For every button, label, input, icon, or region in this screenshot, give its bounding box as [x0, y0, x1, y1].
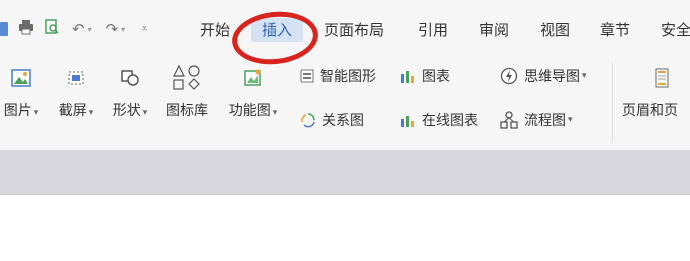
shape-icon — [120, 64, 140, 92]
online-chart-label: 在线图表 — [422, 113, 478, 129]
tab-insert[interactable]: 插入 — [251, 18, 303, 42]
tab-start[interactable]: 开始 — [195, 18, 235, 42]
screenshot-button[interactable]: 截屏 ▾ — [50, 64, 102, 120]
print-preview-icon[interactable] — [44, 19, 60, 39]
smart-shape-label: 智能图形 — [320, 69, 376, 85]
tab-review[interactable]: 审阅 — [474, 18, 514, 42]
shape-dropdown-icon[interactable]: ▾ — [143, 108, 148, 118]
flowchart-dropdown-icon[interactable]: ▾ — [568, 115, 573, 125]
header-footer-label: 页眉和页 — [622, 103, 678, 119]
save-icon[interactable] — [0, 22, 8, 36]
function-chart-icon — [242, 64, 264, 92]
picture-icon — [11, 64, 31, 92]
shape-button[interactable]: 形状 ▾ — [104, 64, 156, 120]
smart-shape-icon — [300, 69, 314, 83]
flowchart-label: 流程图 — [524, 113, 566, 129]
ruler-band — [0, 150, 690, 195]
tab-section[interactable]: 章节 — [595, 18, 635, 42]
header-footer-button[interactable]: 页眉和页 — [622, 64, 690, 120]
redo-dropdown-icon[interactable]: ▾ — [121, 25, 125, 34]
mind-map-button[interactable]: 思维导图 ▾ — [500, 66, 587, 86]
function-chart-dropdown-icon[interactable]: ▾ — [273, 108, 278, 118]
picture-button[interactable]: 图片 ▾ — [0, 64, 46, 120]
online-chart-button[interactable]: 在线图表 — [400, 110, 478, 130]
redo-icon[interactable]: ↷ — [106, 20, 119, 38]
tab-security[interactable]: 安全 — [656, 18, 690, 42]
print-icon[interactable] — [18, 19, 34, 39]
shape-label: 形状 — [112, 103, 141, 119]
screenshot-icon — [66, 64, 86, 92]
relation-chart-button[interactable]: 关系图 — [300, 110, 364, 130]
flowchart-icon — [500, 111, 518, 129]
header-footer-icon — [654, 64, 670, 92]
quick-access-toolbar: ↶ ▾ ↷ ▾ ⩡ — [0, 19, 147, 39]
customize-qa-icon[interactable]: ⩡ — [141, 22, 147, 36]
relation-chart-label: 关系图 — [322, 113, 364, 129]
mind-map-label: 思维导图 — [524, 69, 580, 85]
undo-icon[interactable]: ↶ — [72, 20, 85, 38]
undo-dropdown-icon[interactable]: ▾ — [88, 25, 92, 34]
icon-library-label: 图标库 — [166, 103, 208, 119]
tab-view[interactable]: 视图 — [535, 18, 575, 42]
picture-label: 图片 — [3, 103, 32, 119]
chart-label: 图表 — [422, 69, 450, 85]
icon-library-icon — [172, 64, 202, 92]
icon-library-button[interactable]: 图标库 — [158, 64, 216, 120]
screenshot-label: 截屏 — [58, 103, 87, 119]
function-chart-button[interactable]: 功能图 ▾ — [220, 64, 286, 120]
function-chart-label: 功能图 — [228, 103, 271, 119]
chart-button[interactable]: 图表 — [400, 66, 450, 86]
online-chart-icon — [400, 113, 416, 127]
smart-shape-button[interactable]: 智能图形 — [300, 66, 376, 86]
relation-chart-icon — [300, 112, 316, 128]
mind-map-dropdown-icon[interactable]: ▾ — [582, 71, 587, 81]
flowchart-button[interactable]: 流程图 ▾ — [500, 110, 573, 130]
tab-references[interactable]: 引用 — [413, 18, 453, 42]
mind-map-icon — [500, 67, 518, 85]
picture-dropdown-icon[interactable]: ▾ — [34, 108, 39, 118]
tab-page-layout[interactable]: 页面布局 — [318, 18, 390, 42]
chart-icon — [400, 69, 416, 83]
group-divider — [612, 62, 613, 142]
screenshot-dropdown-icon[interactable]: ▾ — [89, 108, 94, 118]
document-area[interactable] — [0, 195, 690, 261]
